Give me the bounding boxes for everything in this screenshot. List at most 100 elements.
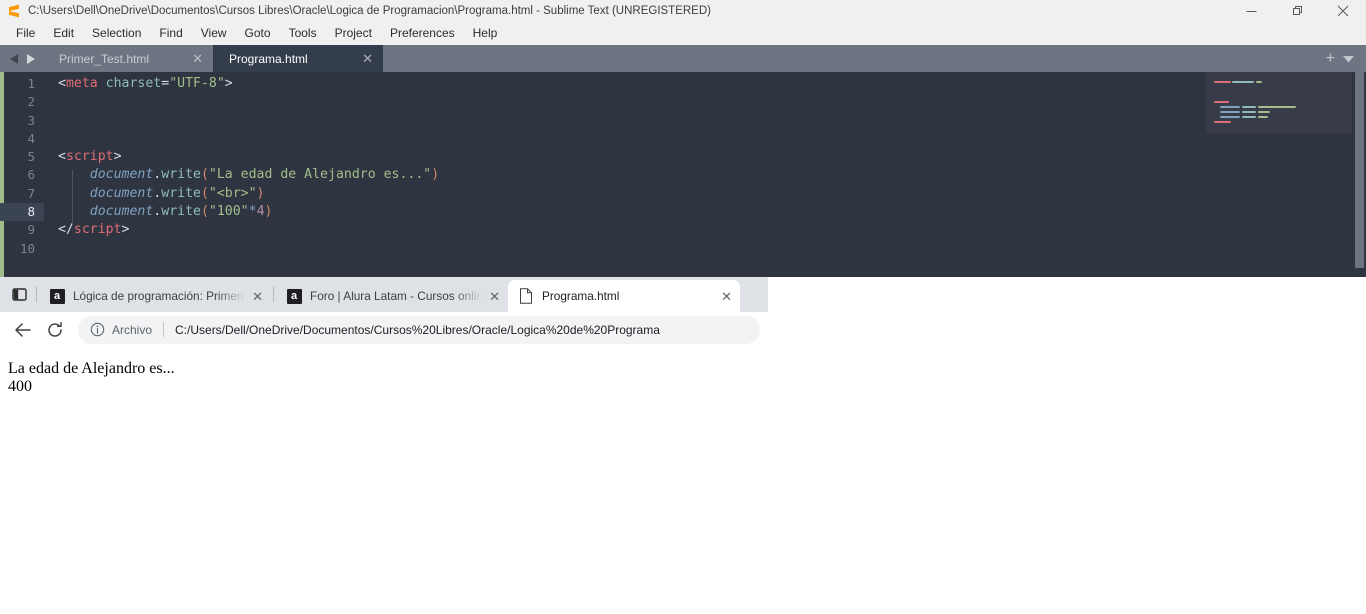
menu-goto[interactable]: Goto xyxy=(236,22,280,45)
browser-toolbar: Archivo C:/Users/Dell/OneDrive/Documento… xyxy=(0,312,768,347)
close-icon[interactable]: ✕ xyxy=(721,290,732,303)
menu-file[interactable]: File xyxy=(7,22,44,45)
browser-tab-programa[interactable]: Programa.html ✕ xyxy=(508,280,740,312)
tab-search-icon[interactable] xyxy=(4,279,34,309)
triangle-left-icon[interactable] xyxy=(10,53,19,64)
sublime-text-window: C:\Users\Dell\OneDrive\Documentos\Cursos… xyxy=(0,0,1366,277)
browser-tab-title: Lógica de programación: Primero xyxy=(73,289,247,303)
code-line-text: document.write("100"*4) xyxy=(44,203,273,221)
menu-project[interactable]: Project xyxy=(326,22,381,45)
code-line[interactable]: 8 document.write("100"*4) xyxy=(0,203,1366,222)
page-text-line-1: La edad de Alejandro es... xyxy=(8,360,175,377)
menu-find[interactable]: Find xyxy=(150,22,191,45)
editor-tab-programa[interactable]: Programa.html ✕ xyxy=(213,45,383,72)
restore-button[interactable] xyxy=(1274,0,1320,22)
code-token: "100" xyxy=(208,204,249,220)
tab-divider xyxy=(273,286,274,302)
code-line-text: <meta charset="UTF-8"> xyxy=(44,75,233,93)
code-token: write xyxy=(161,185,201,201)
code-token: script xyxy=(73,222,122,238)
menu-preferences[interactable]: Preferences xyxy=(381,22,464,45)
browser-tabstrip: a Lógica de programación: Primero ✕ a Fo… xyxy=(0,277,768,312)
line-number: 1 xyxy=(27,76,35,91)
line-number-gutter: 4 xyxy=(0,130,44,148)
line-number: 2 xyxy=(27,94,35,110)
favicon-letter: a xyxy=(49,288,65,304)
editor-tab-label: Primer_Test.html xyxy=(59,51,150,66)
code-token: > xyxy=(121,222,130,238)
code-line[interactable]: 2 xyxy=(0,93,1366,111)
code-token: < xyxy=(58,76,66,91)
browser-tab-title: Foro | Alura Latam - Cursos onlin xyxy=(310,289,483,303)
line-number: 5 xyxy=(27,149,35,165)
code-line[interactable]: 1 <meta charset="UTF-8"> xyxy=(0,75,1366,93)
code-line[interactable]: 5 <script> xyxy=(0,148,1366,166)
code-token: ) xyxy=(256,185,265,201)
chevron-down-icon[interactable] xyxy=(1343,50,1354,68)
plus-icon[interactable]: + xyxy=(1326,50,1335,67)
close-icon[interactable]: ✕ xyxy=(362,52,373,65)
alura-favicon-icon: a xyxy=(286,288,302,304)
code-area[interactable]: 1 <meta charset="UTF-8"> 2 3 4 5 <script> 6 doc… xyxy=(0,72,1366,277)
code-token: "La edad de Alejandro es..." xyxy=(208,167,432,183)
alura-favicon-icon: a xyxy=(49,288,65,304)
browser-tab-foro[interactable]: a Foro | Alura Latam - Cursos onlin ✕ xyxy=(276,280,508,312)
editor-scrollbar[interactable] xyxy=(1352,72,1366,277)
code-line[interactable]: 10 xyxy=(0,240,1366,258)
editor-tab-primer-test[interactable]: Primer_Test.html ✕ xyxy=(43,45,213,72)
line-number-gutter: 10 xyxy=(0,240,44,258)
sublime-editor-body[interactable]: 1 <meta charset="UTF-8"> 2 3 4 5 <script> 6 doc… xyxy=(0,72,1366,277)
close-icon[interactable]: ✕ xyxy=(489,290,500,303)
code-token: meta xyxy=(65,76,98,91)
triangle-right-icon[interactable] xyxy=(26,53,35,64)
code-token: * xyxy=(248,204,257,220)
line-number: 8 xyxy=(27,204,35,220)
url-text[interactable]: C:/Users/Dell/OneDrive/Documentos/Cursos… xyxy=(175,323,660,337)
code-line[interactable]: 6 document.write("La edad de Alejandro e… xyxy=(0,166,1366,184)
code-line[interactable]: 7 document.write("<br>") xyxy=(0,185,1366,203)
back-arrow-icon[interactable] xyxy=(8,315,38,345)
browser-tab-logica[interactable]: a Lógica de programación: Primero ✕ xyxy=(39,280,271,312)
menu-edit[interactable]: Edit xyxy=(44,22,83,45)
menu-help[interactable]: Help xyxy=(464,22,507,45)
code-minimap[interactable] xyxy=(1206,72,1352,277)
code-token: 4 xyxy=(256,204,265,220)
editor-tab-label: Programa.html xyxy=(229,51,308,66)
line-number: 10 xyxy=(19,240,35,256)
menu-tools[interactable]: Tools xyxy=(280,22,326,45)
close-icon[interactable]: ✕ xyxy=(192,52,203,65)
menu-selection[interactable]: Selection xyxy=(83,22,150,45)
code-token: "<br>" xyxy=(208,185,257,201)
reload-icon[interactable] xyxy=(40,315,70,345)
address-bar[interactable]: Archivo C:/Users/Dell/OneDrive/Documento… xyxy=(78,315,760,344)
minimize-button[interactable] xyxy=(1228,0,1274,22)
sublime-text-logo-icon xyxy=(7,4,21,18)
code-token: ) xyxy=(264,204,273,220)
line-number-gutter: 3 xyxy=(0,112,44,130)
code-line[interactable]: 3 xyxy=(0,112,1366,130)
browser-tab-title: Programa.html xyxy=(542,289,620,303)
sublime-tabstrip: Primer_Test.html ✕ Programa.html ✕ + xyxy=(0,45,1366,72)
code-token: document xyxy=(89,185,154,201)
omnibox-divider xyxy=(163,322,165,337)
code-line[interactable]: 4 xyxy=(0,130,1366,148)
file-document-icon xyxy=(518,288,534,304)
tabstrip-right-controls: + xyxy=(1326,45,1366,72)
close-button[interactable] xyxy=(1320,0,1366,22)
info-circle-icon[interactable] xyxy=(90,322,105,337)
code-token: write xyxy=(161,204,201,220)
menu-view[interactable]: View xyxy=(192,22,236,45)
close-icon[interactable]: ✕ xyxy=(252,290,263,303)
code-token: document xyxy=(89,204,154,220)
code-line[interactable]: 9 </script> xyxy=(0,221,1366,239)
editor-scrollbar-thumb[interactable] xyxy=(1355,72,1364,268)
line-number-gutter: 5 xyxy=(0,148,44,166)
code-token: charset xyxy=(105,76,162,91)
line-number-gutter: 7 xyxy=(0,185,44,203)
url-scheme-label: Archivo xyxy=(112,322,153,337)
code-token: script xyxy=(65,149,114,165)
page-text-line-2: 400 xyxy=(8,378,32,395)
